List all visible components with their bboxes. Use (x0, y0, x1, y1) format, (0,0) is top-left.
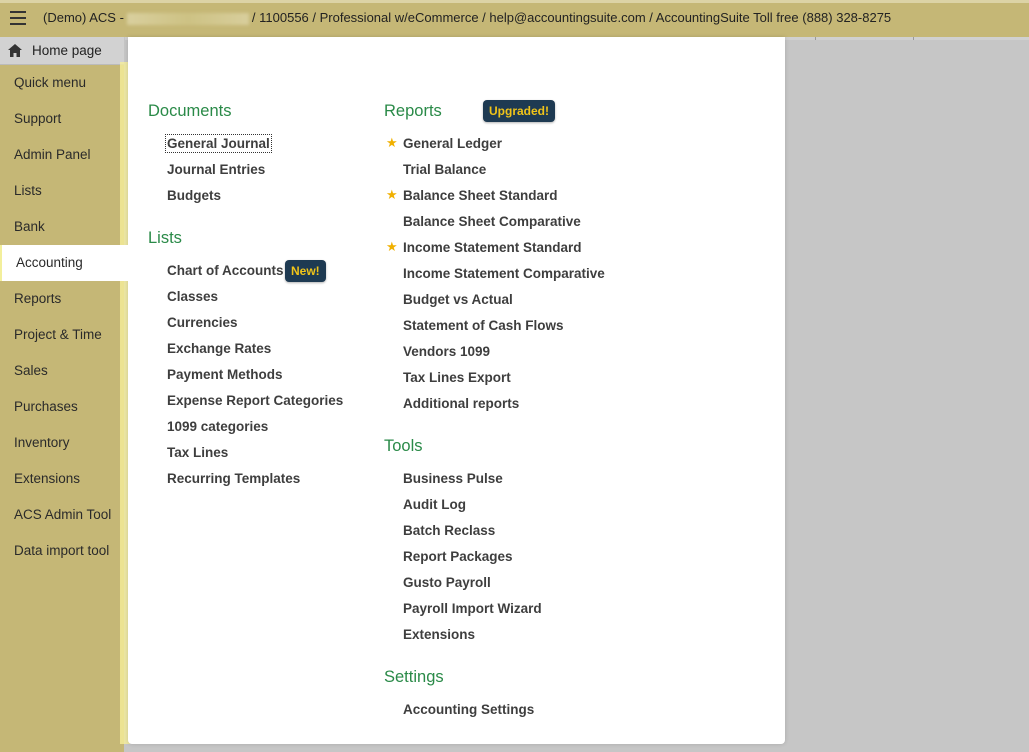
home-icon (8, 44, 22, 57)
section-title-reports: Reports (384, 102, 442, 120)
top-bar: (Demo) ACS - / 1100556 / Professional w/e… (0, 0, 1029, 37)
menu-link-1099-categories[interactable]: 1099 categories (167, 419, 268, 434)
menu-link-business-pulse[interactable]: Business Pulse (403, 471, 503, 486)
menu-link-recurring-templates[interactable]: Recurring Templates (167, 471, 300, 486)
sidebar-item-accounting[interactable]: Accounting (0, 245, 128, 281)
hamburger-menu-icon[interactable] (10, 11, 26, 25)
sidebar-item-project-time[interactable]: Project & Time (0, 317, 124, 353)
menu-link-report-packages[interactable]: Report Packages (403, 549, 513, 564)
sidebar-item-extensions[interactable]: Extensions (0, 461, 124, 497)
sidebar-item-support[interactable]: Support (0, 101, 124, 137)
menu-link-tax-lines[interactable]: Tax Lines (167, 445, 228, 460)
home-page-label: Home page (32, 43, 102, 58)
menu-link-general-journal[interactable]: General Journal (165, 134, 272, 153)
sidebar-item-inventory[interactable]: Inventory (0, 425, 124, 461)
sidebar-item-acs-admin-tool[interactable]: ACS Admin Tool (0, 497, 124, 533)
star-icon: ★ (386, 188, 398, 203)
section-title-settings: Settings (384, 668, 444, 686)
menu-link-budget-vs-actual[interactable]: Budget vs Actual (403, 292, 513, 307)
sidebar-item-reports[interactable]: Reports (0, 281, 124, 317)
sidebar-item-lists[interactable]: Lists (0, 173, 124, 209)
menu-link-general-ledger[interactable]: General Ledger (403, 136, 502, 151)
menu-link-statement-of-cash-flows[interactable]: Statement of Cash Flows (403, 318, 564, 333)
sidebar-item-data-import-tool[interactable]: Data import tool (0, 533, 124, 569)
menu-link-classes[interactable]: Classes (167, 289, 218, 304)
menu-link-payment-methods[interactable]: Payment Methods (167, 367, 283, 382)
menu-link-currencies[interactable]: Currencies (167, 315, 238, 330)
menu-link-balance-sheet-comparative[interactable]: Balance Sheet Comparative (403, 214, 581, 229)
redacted-text (126, 12, 249, 25)
sidebar-item-sales[interactable]: Sales (0, 353, 124, 389)
menu-link-vendors-1099[interactable]: Vendors 1099 (403, 344, 490, 359)
home-page-tab[interactable]: Home page (0, 37, 124, 65)
menu-link-gusto-payroll[interactable]: Gusto Payroll (403, 575, 491, 590)
menu-link-extensions[interactable]: Extensions (403, 627, 475, 642)
menu-link-expense-report-categories[interactable]: Expense Report Categories (167, 393, 343, 408)
menu-link-balance-sheet-standard[interactable]: Balance Sheet Standard (403, 188, 558, 203)
menu-link-chart-of-accounts[interactable]: Chart of Accounts (167, 263, 284, 278)
menu-link-audit-log[interactable]: Audit Log (403, 497, 466, 512)
menu-link-income-statement-comparative[interactable]: Income Statement Comparative (403, 266, 605, 281)
star-icon: ★ (386, 136, 398, 151)
menu-link-batch-reclass[interactable]: Batch Reclass (403, 523, 495, 538)
title-suffix: / 1100556 / Professional w/eCommerce / h… (251, 10, 892, 25)
title-prefix: (Demo) ACS - (43, 10, 124, 25)
menu-link-accounting-settings[interactable]: Accounting Settings (403, 702, 534, 717)
menu-link-income-statement-standard[interactable]: Income Statement Standard (403, 240, 582, 255)
menu-link-tax-lines-export[interactable]: Tax Lines Export (403, 370, 511, 385)
sidebar-item-purchases[interactable]: Purchases (0, 389, 124, 425)
upgraded-badge: Upgraded! (483, 100, 555, 122)
sidebar-item-admin-panel[interactable]: Admin Panel (0, 137, 124, 173)
accounting-menu-panel: Documents General Journal Journal Entrie… (128, 37, 785, 744)
window-title: (Demo) ACS - / 1100556 / Professional w/e… (43, 10, 891, 25)
new-badge: New! (285, 260, 326, 282)
section-title-documents: Documents (148, 102, 232, 120)
menu-link-budgets[interactable]: Budgets (167, 188, 221, 203)
menu-link-journal-entries[interactable]: Journal Entries (167, 162, 265, 177)
menu-link-payroll-import-wizard[interactable]: Payroll Import Wizard (403, 601, 542, 616)
star-icon: ★ (386, 240, 398, 255)
menu-link-additional-reports[interactable]: Additional reports (403, 396, 519, 411)
sidebar-item-quick-menu[interactable]: Quick menu (0, 65, 124, 101)
menu-link-trial-balance[interactable]: Trial Balance (403, 162, 486, 177)
section-title-tools: Tools (384, 437, 423, 455)
section-title-lists: Lists (148, 229, 182, 247)
sidebar: Home page Quick menu Support Admin Panel… (0, 37, 128, 752)
menu-link-exchange-rates[interactable]: Exchange Rates (167, 341, 271, 356)
sidebar-item-bank[interactable]: Bank (0, 209, 124, 245)
